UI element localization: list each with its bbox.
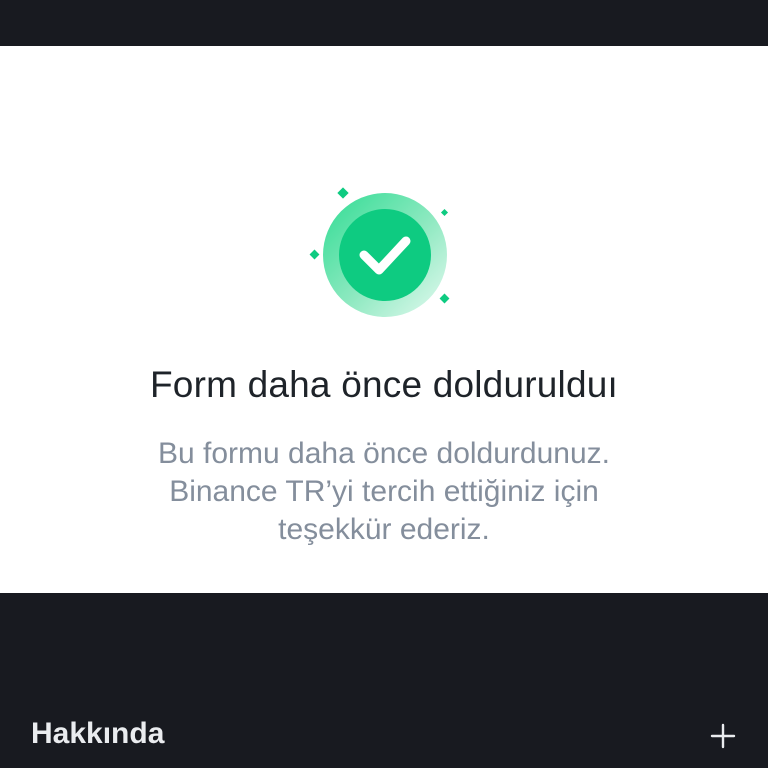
status-title: Form daha önce doldurulduı bbox=[150, 364, 618, 405]
status-message-line: Bu formu daha önce doldurdunuz. bbox=[158, 437, 610, 470]
check-circle-icon bbox=[309, 187, 450, 317]
footer-section-about[interactable]: Hakkında bbox=[0, 705, 768, 765]
top-bar bbox=[0, 0, 768, 46]
status-message-line: Binance TR’yi tercih ettiğiniz için bbox=[169, 475, 599, 508]
status-message-line: teşekkür ederiz. bbox=[278, 513, 490, 546]
footer: Hakkında bbox=[0, 593, 768, 768]
page: Form daha önce doldurulduı Bu formu daha… bbox=[0, 0, 768, 768]
status-message: Bu formu daha önce doldurdunuz. Binance … bbox=[84, 435, 684, 549]
footer-section-title: Hakkında bbox=[31, 717, 165, 750]
plus-icon[interactable] bbox=[706, 719, 740, 753]
form-status-panel: Form daha önce doldurulduı Bu formu daha… bbox=[0, 46, 768, 593]
